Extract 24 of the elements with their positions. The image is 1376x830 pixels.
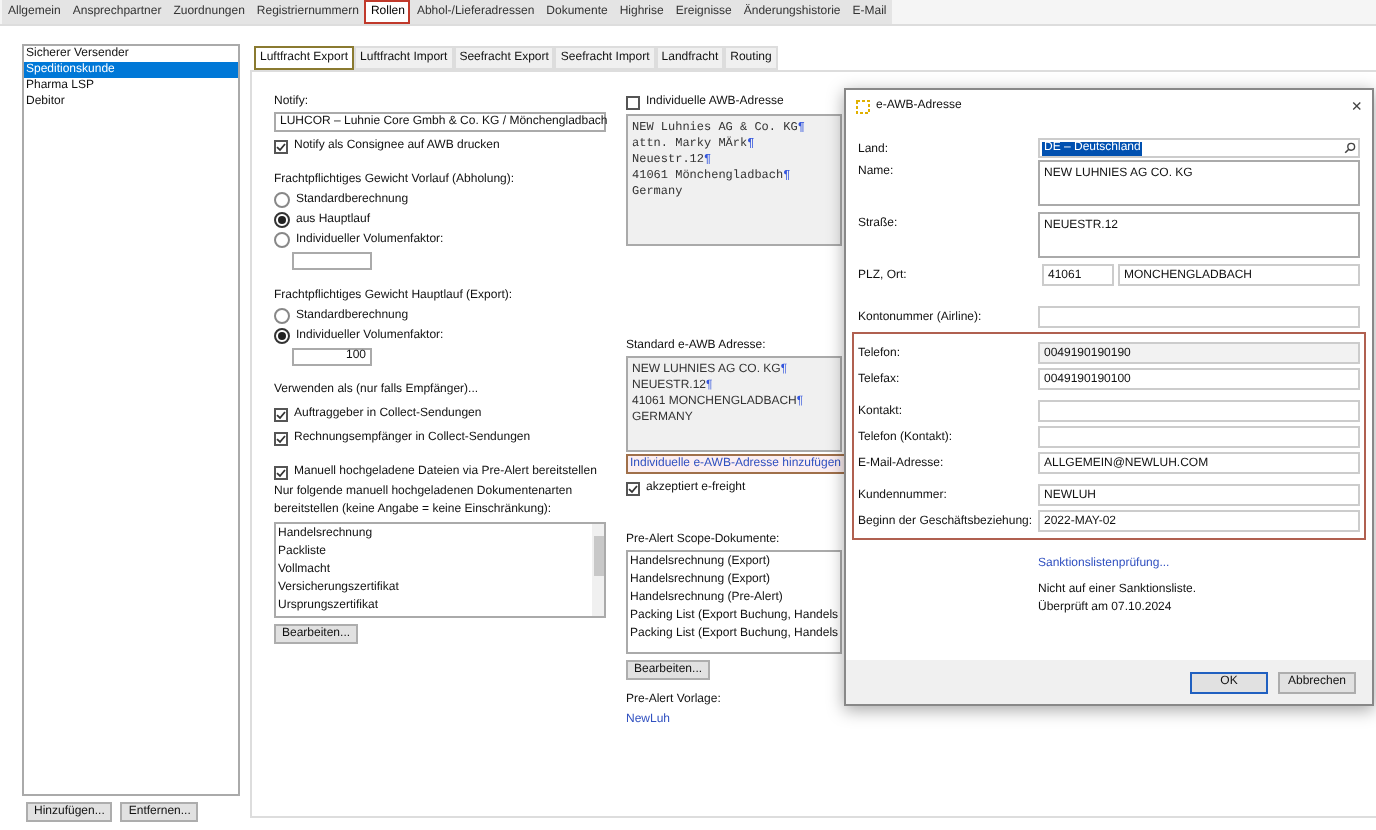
checkmark-icon: [628, 483, 638, 493]
checkmark-icon: [276, 467, 286, 477]
search-icon[interactable]: [1344, 142, 1356, 154]
input-field[interactable]: [292, 252, 372, 270]
input-field[interactable]: [1038, 426, 1360, 448]
close-button[interactable]: ×: [1351, 97, 1362, 115]
checkmark-icon: [276, 141, 286, 151]
radio-button[interactable]: [274, 192, 290, 208]
checkbox[interactable]: [274, 139, 288, 153]
radio-button[interactable]: [274, 212, 290, 228]
checkbox[interactable]: [274, 407, 288, 421]
checkmark-icon: [276, 433, 286, 443]
checkbox[interactable]: [274, 465, 288, 479]
radio-button[interactable]: [274, 308, 290, 324]
radio-button[interactable]: [274, 232, 290, 248]
checkbox[interactable]: [274, 431, 288, 445]
app-icon: [856, 99, 870, 113]
input-field[interactable]: [1038, 306, 1360, 328]
checkbox[interactable]: [626, 95, 640, 109]
checkmark-icon: [276, 409, 286, 419]
scrollbar[interactable]: [592, 524, 604, 616]
checkbox[interactable]: [626, 481, 640, 495]
radio-button[interactable]: [274, 328, 290, 344]
input-field[interactable]: [1038, 400, 1360, 422]
